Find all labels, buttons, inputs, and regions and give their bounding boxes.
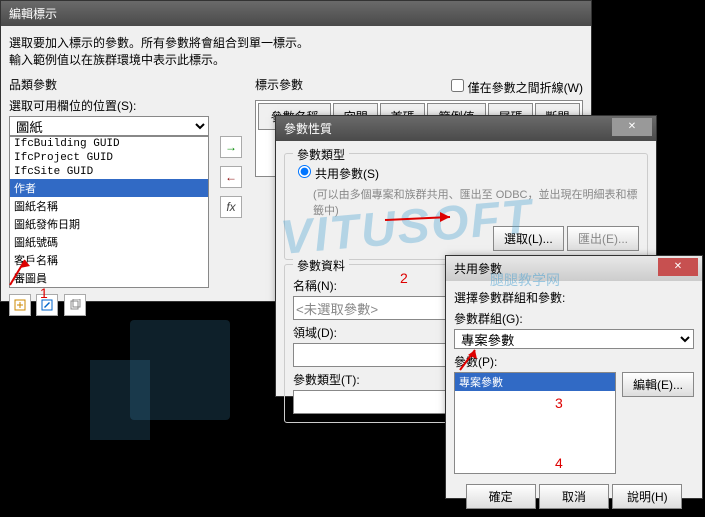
remove-param-button[interactable]: ← — [220, 166, 242, 188]
select-param-button[interactable]: 選取(L)... — [493, 226, 564, 251]
list-item[interactable]: IfcBuilding GUID — [10, 137, 208, 151]
param-list-label: 參數(P): — [454, 353, 694, 370]
close-icon[interactable]: ✕ — [612, 118, 652, 136]
list-item[interactable]: 圖紙號碼 — [10, 233, 208, 251]
list-item[interactable]: 圖紙名稱 — [10, 197, 208, 215]
param-group-combo[interactable]: 專案參數 — [454, 329, 694, 349]
field-select-label: 選取可用欄位的位置(S): — [9, 97, 209, 114]
export-param-button[interactable]: 匯出(E)... — [567, 226, 639, 251]
ok-button[interactable]: 確定 — [466, 484, 536, 509]
list-item[interactable]: IfcSite GUID — [10, 165, 208, 179]
shared-param-instruction: 選擇參數群組和參數: — [454, 289, 694, 306]
close-icon[interactable]: ✕ — [658, 258, 698, 276]
new-param-icon[interactable] — [9, 294, 31, 316]
fx-button[interactable]: fx — [220, 196, 242, 218]
wrap-checkbox-label[interactable]: 僅在參數之間折線(W) — [447, 76, 583, 96]
help-button[interactable]: 說明(H) — [612, 484, 682, 509]
instruction-text: 選取要加入標示的參數。所有參數將會組合到單一標示。 — [9, 34, 583, 51]
shared-param-desc: (可以由多個專案和族群共用、匯出至 ODBC，並出現在明細表和標籤中) — [313, 186, 639, 218]
cancel-button[interactable]: 取消 — [539, 484, 609, 509]
shared-param-radio[interactable] — [298, 165, 311, 178]
param-group-label: 參數群組(G): — [454, 310, 694, 327]
param-listbox[interactable]: 專案參數 — [454, 372, 616, 474]
add-param-button[interactable]: → — [220, 136, 242, 158]
wrap-checkbox[interactable] — [451, 79, 464, 92]
field-source-combo[interactable]: 圖紙 — [9, 116, 209, 136]
list-item[interactable]: 作者 — [10, 179, 208, 197]
list-item[interactable]: 圖紙發佈日期 — [10, 215, 208, 233]
instruction-text-2: 輸入範例值以在族群環境中表示此標示。 — [9, 51, 583, 68]
list-item[interactable]: 審圖員 — [10, 269, 208, 287]
param-data-group-label: 參數資料 — [293, 257, 349, 274]
copy-param-icon[interactable] — [64, 294, 86, 316]
list-item[interactable]: 專案名稱 — [10, 287, 208, 288]
category-label: 品類參數 — [9, 76, 209, 93]
list-item[interactable]: 客戶名稱 — [10, 251, 208, 269]
window1-titlebar[interactable]: 編輯標示 — [1, 1, 591, 26]
window3-titlebar[interactable]: 共用參數 ✕ — [446, 256, 702, 281]
edit-button[interactable]: 編輯(E)... — [622, 372, 694, 397]
param-type-group-label: 參數類型 — [293, 146, 349, 163]
shared-param-radio-label[interactable]: 共用參數(S) — [293, 167, 379, 181]
available-fields-listbox[interactable]: IfcBuilding GUIDIfcProject GUIDIfcSite G… — [9, 136, 209, 288]
window2-titlebar[interactable]: 參數性質 ✕ — [276, 116, 656, 141]
edit-param-icon[interactable] — [36, 294, 58, 316]
list-item[interactable]: IfcProject GUID — [10, 151, 208, 165]
label-params-label: 標示參數 — [255, 76, 303, 96]
list-item[interactable]: 專案參數 — [455, 373, 615, 391]
